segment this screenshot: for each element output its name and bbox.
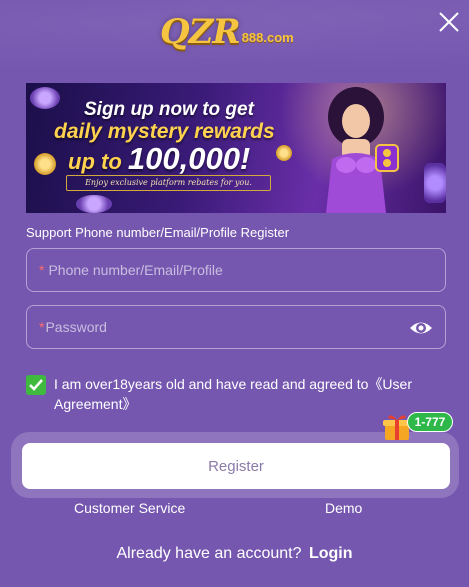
agreement-row: I am over18years old and have read and a… [26,374,436,414]
agreement-checkbox[interactable] [26,375,46,395]
banner-tagline: Enjoy exclusive platform rebates for you… [66,175,271,191]
brand-logo: QZR 888.com [160,12,320,52]
close-icon [439,12,459,32]
gold-coin-icon [34,153,56,175]
banner-headline-line3: up to 100,000! [68,141,250,177]
required-asterisk: * [39,262,45,278]
eye-icon[interactable] [409,317,433,339]
register-button[interactable]: Register [22,443,450,489]
banner-reward-amount: 100,000! [127,141,251,176]
demo-link[interactable]: Demo [325,500,362,516]
gold-coin-icon [276,145,292,161]
banner-hostess-illustration [326,87,399,213]
customer-service-link[interactable]: Customer Service [74,500,185,516]
banner-headline-line1: Sign up now to get [84,99,254,120]
checkmark-icon [29,379,43,391]
phone-email-input[interactable]: * Phone number/Email/Profile [26,248,446,292]
register-section-label: Support Phone number/Email/Profile Regis… [26,225,290,240]
password-input[interactable]: * Password [26,305,446,349]
phone-email-placeholder: Phone number/Email/Profile [48,262,223,278]
casino-chip-icon [424,163,446,203]
logo-main-text: QZR [160,12,241,52]
promo-banner[interactable]: Sign up now to get daily mystery rewards… [26,83,446,213]
agreement-text: I am over18years old and have read and a… [54,374,436,414]
login-link[interactable]: Login [309,545,353,562]
logo-suffix-text: 888.com [241,29,294,45]
casino-chip-icon [30,87,60,109]
required-asterisk: * [39,319,45,335]
login-prompt-text: Already have an account? [116,545,302,562]
promo-badge[interactable]: 1-777 [407,412,453,432]
agreement-statement: I am over18years old and have read and a… [54,376,369,392]
casino-chip-icon [76,195,112,213]
banner-line3-prefix: up to [68,149,128,174]
login-prompt-row: Already have an account? Login [0,545,469,563]
close-button[interactable] [437,10,461,34]
password-placeholder: Password [45,319,107,335]
